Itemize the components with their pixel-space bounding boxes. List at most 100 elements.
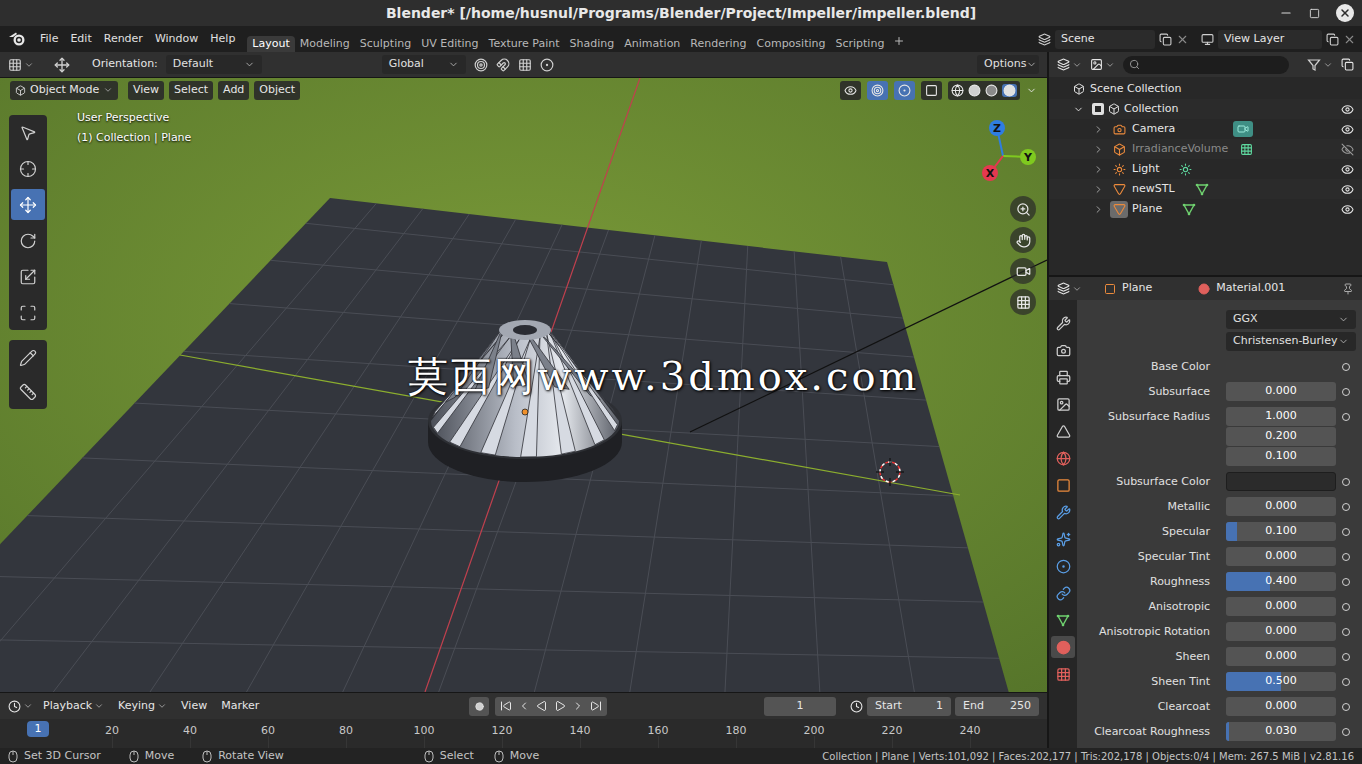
visibility-icon[interactable] [1341, 143, 1354, 156]
timeline-menu[interactable]: Marker [217, 698, 263, 715]
workspace-tab[interactable]: Texture Paint [484, 36, 565, 53]
tool-button[interactable] [11, 117, 45, 148]
slider-field[interactable]: 0.000 [1226, 497, 1336, 516]
rendered-shading-icon[interactable] [1003, 84, 1016, 97]
tool-button[interactable] [11, 376, 45, 407]
socket-link-button[interactable] [1342, 603, 1350, 611]
tool-button[interactable] [11, 342, 45, 373]
outliner-row[interactable]: newSTL [1049, 179, 1362, 199]
current-frame-field[interactable]: 1 [764, 697, 836, 716]
delete-view-layer-icon[interactable] [1343, 33, 1356, 46]
socket-link-button[interactable] [1342, 528, 1350, 536]
orientation-dropdown[interactable]: Default [166, 55, 262, 74]
tool-button[interactable] [11, 189, 45, 220]
impeller-model[interactable] [428, 320, 622, 482]
visibility-icon[interactable] [1341, 103, 1354, 116]
shader-dropdown[interactable]: GGX [1226, 310, 1356, 329]
number-field[interactable]: 0.200 [1226, 427, 1336, 446]
tool-button[interactable] [11, 297, 45, 328]
axis-handle[interactable]: Y [1020, 149, 1036, 165]
visibility-icon[interactable] [1341, 203, 1354, 216]
expand-icon[interactable] [1093, 124, 1104, 135]
solid-shading-icon[interactable] [968, 84, 981, 97]
xray-icon[interactable] [925, 84, 938, 97]
workspace-tab[interactable]: Scripting [830, 36, 889, 53]
overlays-icon[interactable] [898, 84, 911, 97]
properties-tab[interactable] [1051, 555, 1075, 577]
tool-button[interactable] [11, 153, 45, 184]
socket-link-button[interactable] [1342, 678, 1350, 686]
options-dropdown[interactable]: Options [977, 55, 1039, 74]
visibility-icon[interactable] [1341, 123, 1354, 136]
socket-link-button[interactable] [1342, 703, 1350, 711]
menu-item[interactable]: Edit [64, 31, 97, 48]
axis-handle[interactable]: Z [989, 120, 1005, 136]
slider-field[interactable]: 0.400 [1226, 572, 1336, 591]
3d-cursor-icon[interactable] [876, 458, 904, 486]
slider-field[interactable]: 0.000 [1226, 697, 1336, 716]
timeline-menu[interactable]: Playback [39, 698, 108, 715]
timeline-editor-icon[interactable] [8, 700, 21, 713]
workspace-tab[interactable]: Rendering [685, 36, 751, 53]
display-mode-icon[interactable] [1090, 58, 1103, 71]
properties-tab[interactable] [1051, 339, 1075, 361]
slider-field[interactable]: 0.100 [1226, 522, 1336, 541]
outliner-row[interactable]: Camera [1049, 119, 1362, 139]
properties-tab[interactable] [1051, 528, 1075, 550]
workspace-tab[interactable]: Compositing [752, 36, 831, 53]
new-scene-icon[interactable] [1159, 33, 1172, 46]
snap-target-icon[interactable] [518, 58, 532, 72]
material-shading-icon[interactable] [985, 84, 998, 97]
properties-tab[interactable] [1051, 420, 1075, 442]
prev-keyframe-icon[interactable] [518, 700, 530, 712]
visibility-icon[interactable] [1341, 183, 1354, 196]
frame-ruler[interactable]: 204060801001201401601802002202401 [0, 719, 1047, 748]
navigation-gizmo[interactable]: ZYX [960, 108, 1044, 192]
viewport-menu[interactable]: Add [218, 81, 249, 100]
new-view-layer-icon[interactable] [1326, 33, 1339, 46]
socket-link-button[interactable] [1342, 478, 1350, 486]
record-icon[interactable] [475, 702, 484, 711]
view-layer-field[interactable]: View Layer [1218, 30, 1322, 49]
slider-field[interactable]: 0.030 [1226, 722, 1336, 741]
socket-link-button[interactable] [1342, 553, 1350, 561]
maximize-icon[interactable] [1309, 8, 1320, 19]
properties-tab[interactable] [1051, 636, 1075, 658]
socket-link-button[interactable] [1342, 363, 1350, 371]
outliner-row[interactable]: Plane [1049, 199, 1362, 219]
scene-field[interactable]: Scene [1055, 30, 1155, 49]
properties-tab[interactable] [1051, 501, 1075, 523]
workspace-tab[interactable]: Sculpting [355, 36, 416, 53]
close-button[interactable] [1336, 4, 1354, 22]
selectability-icon[interactable] [844, 84, 857, 97]
end-frame-field[interactable]: End250 [955, 697, 1039, 716]
socket-link-button[interactable] [1342, 388, 1350, 396]
outliner-row[interactable]: Light [1049, 159, 1362, 179]
visibility-icon[interactable] [1341, 163, 1354, 176]
expand-icon[interactable] [1093, 204, 1104, 215]
expand-icon[interactable] [1093, 184, 1104, 195]
proportional-edit-icon[interactable] [540, 58, 554, 72]
menu-item[interactable]: File [34, 31, 64, 48]
ground-plane[interactable] [0, 198, 1047, 692]
slider-field[interactable]: 0.000 [1226, 382, 1336, 401]
expand-icon[interactable] [1093, 144, 1104, 155]
workspace-tab[interactable]: UV Editing [416, 36, 483, 53]
outliner-row[interactable]: Collection [1049, 99, 1362, 119]
workspace-tab[interactable]: Animation [619, 36, 685, 53]
slider-field[interactable]: 0.000 [1226, 597, 1336, 616]
add-workspace-icon[interactable] [893, 35, 905, 47]
gizmo-icon[interactable] [871, 84, 884, 97]
pivot-icon[interactable] [474, 58, 488, 72]
socket-link-button[interactable] [1342, 628, 1350, 636]
menu-item[interactable]: Window [149, 31, 204, 48]
3d-viewport[interactable]: Object ModeViewSelectAddObjectUser Persp… [0, 78, 1047, 692]
blender-logo-icon[interactable] [8, 31, 26, 47]
workspace-tab[interactable]: Modeling [295, 36, 355, 53]
new-collection-icon[interactable] [1341, 58, 1354, 71]
properties-tab[interactable] [1051, 312, 1075, 334]
editor-type-icon[interactable] [8, 58, 22, 72]
slider-field[interactable]: 0.000 [1226, 547, 1336, 566]
wireframe-shading-icon[interactable] [951, 84, 964, 97]
next-keyframe-icon[interactable] [572, 700, 584, 712]
